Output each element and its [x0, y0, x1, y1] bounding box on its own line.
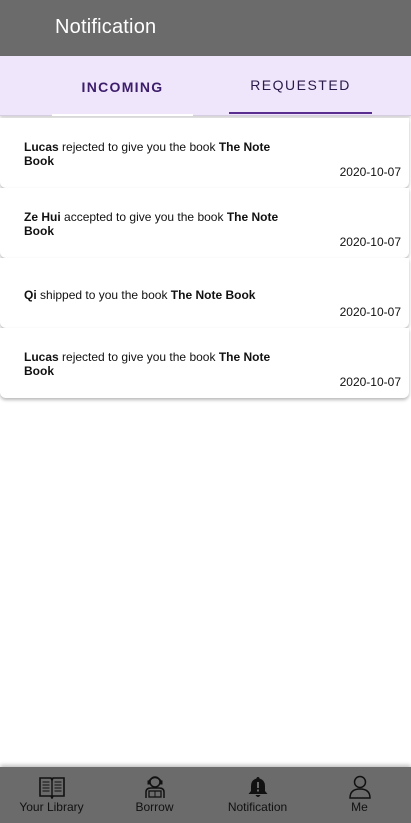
notification-action: shipped to you the book	[40, 288, 168, 302]
tab-incoming[interactable]: INCOMING	[52, 56, 193, 116]
notification-date: 2020-10-07	[339, 165, 401, 179]
person-icon	[348, 775, 371, 799]
bell-alert-icon	[248, 777, 267, 797]
app-bar: Notification	[0, 0, 411, 56]
notification-message: Lucas rejected to give you the book The …	[24, 140, 284, 168]
nav-label: Me	[351, 800, 368, 814]
notification-action: accepted to give you the book	[64, 210, 224, 224]
nav-label: Your Library	[19, 800, 84, 814]
tab-requested-label: REQUESTED	[250, 77, 351, 93]
nav-item-your-library[interactable]: Your Library	[0, 767, 103, 823]
nav-item-me[interactable]: Me	[308, 767, 411, 823]
tab-divider	[52, 114, 193, 116]
bottom-nav: Your Library Borrow Notification Me	[0, 767, 411, 823]
borrow-person-icon	[144, 776, 165, 798]
notification-message: Ze Hui accepted to give you the book The…	[24, 210, 284, 238]
tab-requested[interactable]: REQUESTED	[229, 56, 372, 116]
nav-item-borrow[interactable]: Borrow	[103, 767, 206, 823]
nav-label: Borrow	[135, 800, 174, 814]
notification-date: 2020-10-07	[339, 375, 401, 389]
notification-date: 2020-10-07	[339, 305, 401, 319]
tab-incoming-label: INCOMING	[81, 79, 164, 95]
notification-card[interactable]: Lucas rejected to give you the book The …	[0, 118, 409, 188]
page-title: Notification	[55, 16, 157, 38]
book-icon	[38, 777, 65, 799]
notification-action: rejected to give you the book	[62, 140, 216, 154]
notification-date: 2020-10-07	[339, 235, 401, 249]
notification-message: Lucas rejected to give you the book The …	[24, 350, 284, 378]
active-tab-indicator	[229, 112, 372, 114]
notification-actor: Lucas	[24, 350, 59, 364]
notification-card[interactable]: Ze Hui accepted to give you the book The…	[0, 188, 409, 258]
notification-book: The Note Book	[170, 288, 256, 302]
notification-actor: Qi	[24, 288, 37, 302]
notification-actor: Lucas	[24, 140, 59, 154]
notification-card[interactable]: Lucas rejected to give you the book The …	[0, 328, 409, 398]
nav-item-notification[interactable]: Notification	[206, 767, 309, 823]
notification-card[interactable]: Qi shipped to you the book The Note Book…	[0, 258, 409, 328]
notification-action: rejected to give you the book	[62, 350, 216, 364]
nav-label: Notification	[227, 800, 288, 814]
notification-message: Qi shipped to you the book The Note Book	[24, 288, 284, 302]
tab-bar: INCOMING REQUESTED	[0, 56, 411, 116]
notification-actor: Ze Hui	[24, 210, 61, 224]
